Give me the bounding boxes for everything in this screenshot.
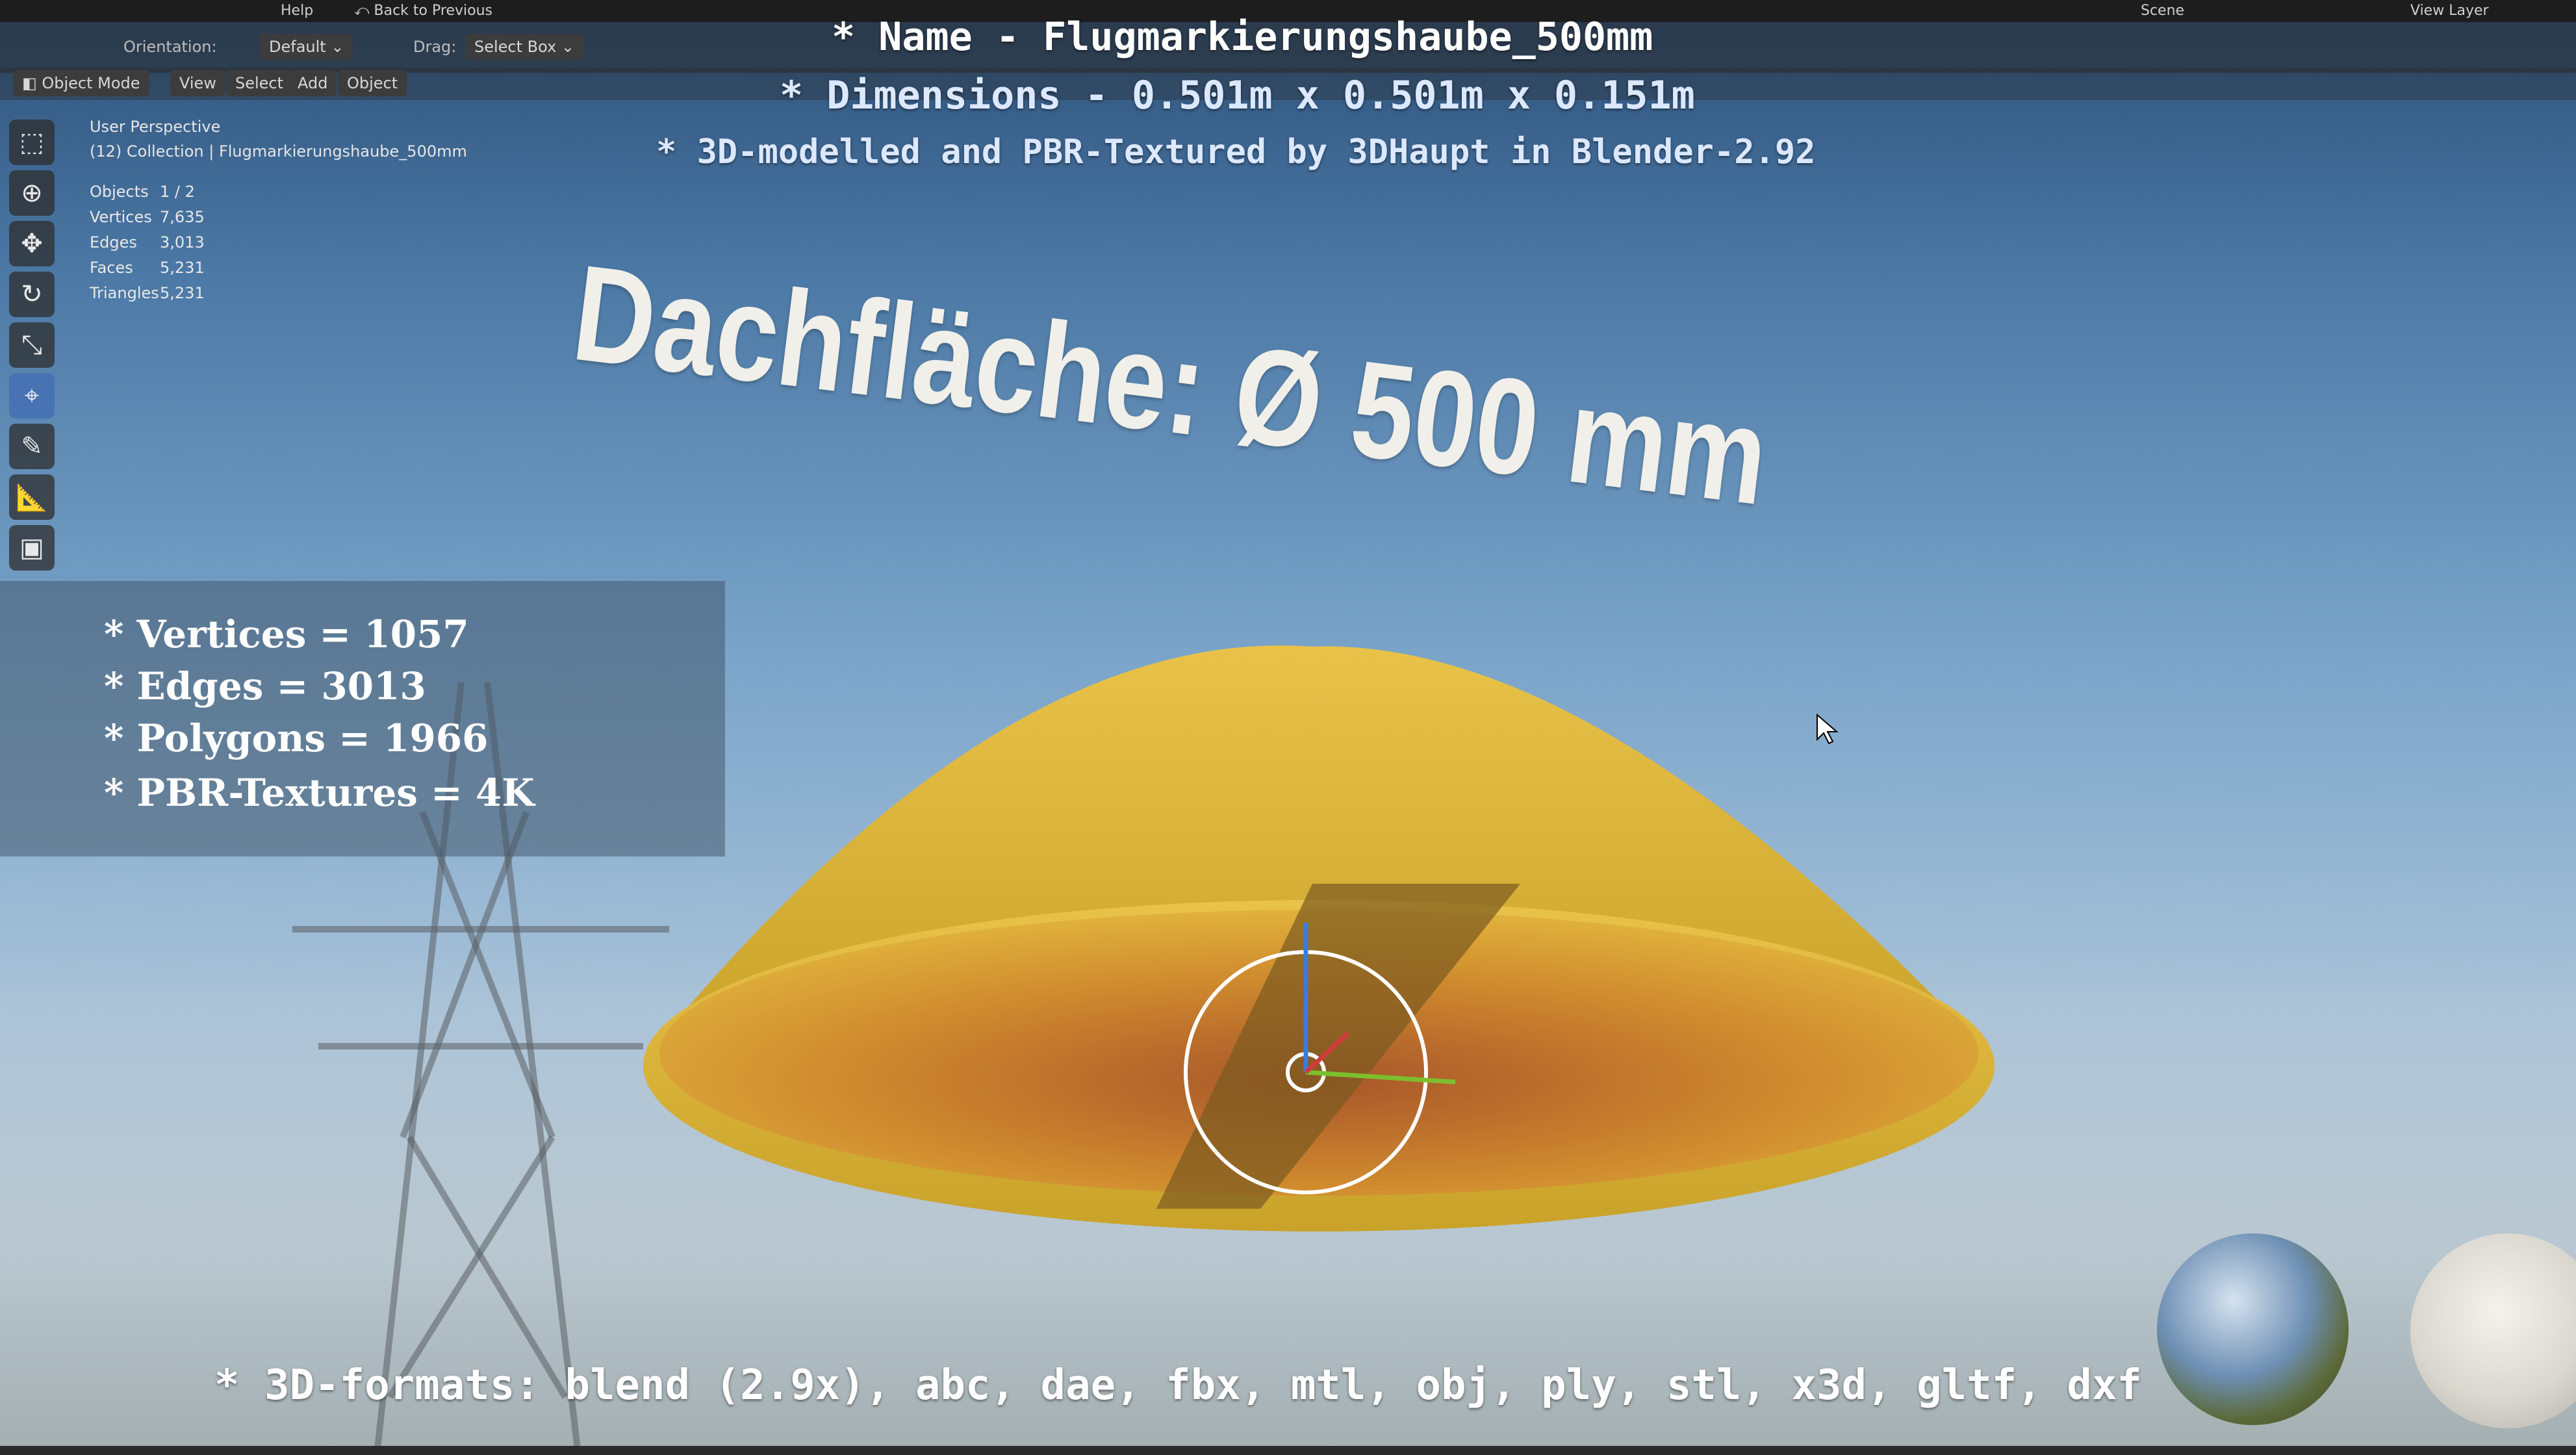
menu-view[interactable]: View [170, 70, 225, 96]
drag-dropdown[interactable]: Select Box ⌄ [465, 34, 584, 60]
status-bar [0, 1446, 2576, 1455]
object-mode-icon: ◧ [22, 74, 42, 92]
viewport-info: User Perspective (12) Collection | Flugm… [90, 114, 467, 164]
dimensions-title: * Dimensions - 0.501m x 0.501m x 0.151m [780, 73, 1695, 118]
mouse-cursor-icon [1817, 714, 1838, 745]
scale-icon[interactable]: ⤡ [9, 322, 55, 368]
chevron-down-icon: ⌄ [561, 38, 575, 56]
move-icon[interactable]: ✥ [9, 221, 55, 266]
cone-model[interactable] [611, 637, 1995, 1261]
toolbar: ⬚ ⊕ ✥ ↻ ⤡ ⌖ ✎ 📐 ▣ [9, 114, 65, 576]
model-name-title: * Name - Flugmarkierungshaube_500mm [832, 14, 1653, 60]
transform-icon[interactable]: ⌖ [9, 373, 55, 418]
back-icon: ⤺ [354, 3, 374, 19]
menu-add[interactable]: Add [288, 70, 337, 96]
stat-triangles: Triangles5,231 [90, 284, 205, 302]
chevron-down-icon: ⌄ [331, 38, 344, 56]
menu-select[interactable]: Select [226, 70, 293, 96]
formats-caption: * 3D-formats: blend (2.9x), abc, dae, fb… [214, 1361, 2142, 1410]
view-layer-selector[interactable]: View Layer [2410, 3, 2489, 19]
orientation-dropdown[interactable]: Default ⌄ [260, 34, 353, 60]
hdri-preview-sphere [2157, 1233, 2349, 1425]
stat-faces: Faces 5,231 [90, 259, 205, 277]
add-cube-icon[interactable]: ▣ [9, 525, 55, 571]
credits-title: * 3D-modelled and PBR-Textured by 3DHaup… [656, 133, 1816, 172]
measure-icon[interactable]: 📐 [9, 474, 55, 520]
stat-vertices: Vertices 7,635 [90, 208, 205, 226]
stat-objects: Objects 1 / 2 [90, 183, 195, 201]
orientation-label: Orientation: [123, 38, 217, 56]
menu-object[interactable]: Object [338, 70, 407, 96]
collection-label: (12) Collection | Flugmarkierungshaube_5… [90, 142, 467, 161]
roof-area-label: Dachfläche: Ø 500 mm [565, 235, 1776, 534]
select-box-icon[interactable]: ⬚ [9, 120, 55, 165]
info-textures: * PBR-Textures = 4K [104, 771, 535, 815]
info-polygons: * Polygons = 1966 [104, 716, 489, 760]
perspective-label: User Perspective [90, 118, 221, 136]
annotate-icon[interactable]: ✎ [9, 424, 55, 469]
rotate-icon[interactable]: ↻ [9, 272, 55, 317]
info-vertices: * Vertices = 1057 [104, 612, 469, 656]
drag-label: Drag: [413, 38, 457, 56]
mode-dropdown[interactable]: ◧ Object Mode [13, 70, 149, 96]
menu-help[interactable]: Help [281, 3, 313, 19]
info-edges: * Edges = 3013 [104, 664, 426, 708]
stat-edges: Edges 3,013 [90, 233, 205, 251]
cursor-icon[interactable]: ⊕ [9, 170, 55, 216]
scene-selector[interactable]: Scene [2141, 3, 2184, 19]
scene-statistics: Objects 1 / 2 Vertices 7,635 Edges 3,013 Fa… [90, 179, 205, 306]
back-to-previous-button[interactable]: ⤺ Back to Previous [354, 3, 492, 19]
